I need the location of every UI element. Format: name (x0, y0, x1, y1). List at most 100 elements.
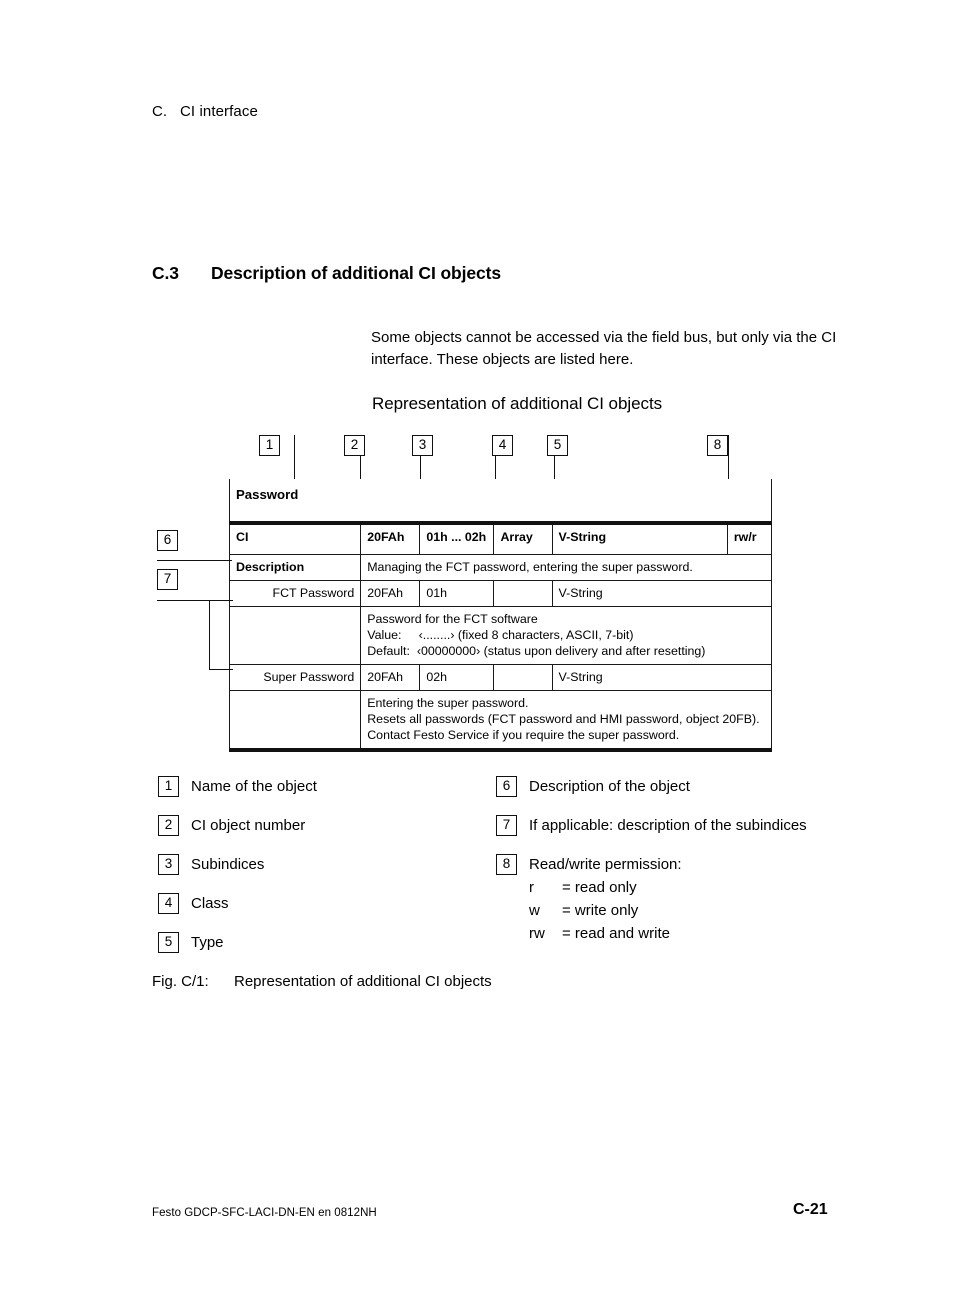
legend-number-7: 7 (496, 815, 517, 836)
cell-subindex-label-fct: FCT Password (228, 580, 362, 607)
cell-subindex-detail-fct: Password for the FCT software Value: ‹..… (360, 606, 772, 665)
cell-subindex-detail-gutter-fct (228, 606, 362, 665)
permission-row-rw: rw = read and write (529, 922, 682, 945)
leader-line-6 (157, 560, 232, 562)
cell-type: V-String (551, 522, 728, 555)
permission-list: r = read only w = write only rw = read a… (529, 876, 682, 945)
legend-label-8: Read/write permission: r = read only w =… (529, 853, 682, 945)
leader-line-7-top-arm (209, 600, 233, 602)
legend-item-8: 8 Read/write permission: r = read only w… (496, 853, 836, 945)
table-row-subindex-fct-password: FCT Password 20FAh 01h V-String (228, 580, 773, 607)
cell-subindex-objnum-fct: 20FAh (360, 580, 421, 607)
intro-paragraph: Some objects cannot be accessed via the … (371, 329, 837, 368)
leader-line-7-bracket (209, 600, 211, 670)
permission-value-rw: = read and write (562, 925, 670, 942)
cell-subindex-detail-super: Entering the super password. Resets all … (360, 690, 772, 752)
cell-description-label: Description (228, 554, 362, 581)
legend-item-5: 5 Type (158, 931, 488, 954)
legend-item-1: 1 Name of the object (158, 775, 488, 798)
legend-number-3: 3 (158, 854, 179, 875)
legend-label-2: CI object number (191, 817, 306, 834)
cell-subindex-type-fct: V-String (551, 580, 773, 607)
object-name-spacer-1 (360, 479, 420, 525)
legend-label-1: Name of the object (191, 778, 317, 795)
cell-subindex-index-super: 02h (419, 664, 495, 691)
figure-representation-of-additional-ci-objects: Representation of additional CI objects … (0, 0, 954, 1306)
object-name-spacer-2 (419, 479, 494, 525)
table-row-description: Description Managing the FCT password, e… (228, 554, 772, 581)
legend-number-4: 4 (158, 893, 179, 914)
legend-column-right: 6 Description of the object 7 If applica… (496, 775, 836, 961)
legend-item-6: 6 Description of the object (496, 775, 836, 798)
legend-item-3: 3 Subindices (158, 853, 488, 876)
ci-object-table: Password CI 20FAh 01h ... 02h Array V-St… (228, 479, 773, 752)
cell-permission: rw/r (726, 522, 773, 555)
running-header: C. CI interface (152, 103, 258, 120)
object-name-spacer-5 (727, 479, 773, 525)
legend-number-2: 2 (158, 815, 179, 836)
legend-item-4: 4 Class (158, 892, 488, 915)
table-row-subindex-super-password: Super Password 20FAh 02h V-String (228, 664, 773, 691)
table-row-subindex-detail-super: Entering the super password. Resets all … (228, 690, 772, 752)
legend-label-8-title: Read/write permission: (529, 856, 682, 873)
legend-item-2: 2 CI object number (158, 814, 488, 837)
section-title: Description of additional CI objects (211, 263, 502, 283)
legend-label-6: Description of the object (529, 778, 690, 795)
detail-line: Password for the FCT software (367, 612, 538, 626)
cell-object-number: 20FAh (360, 522, 421, 555)
permission-key-r: r (529, 879, 534, 896)
running-header-title: CI interface (180, 103, 258, 120)
callout-3: 3 (412, 435, 433, 456)
legend-label-5: Type (191, 934, 224, 951)
leader-line-8 (728, 435, 730, 479)
footer-page-number: C-21 (793, 1201, 828, 1218)
table-row-subindex-detail-fct: Password for the FCT software Value: ‹..… (228, 606, 772, 665)
permission-value-r: = read only (562, 879, 637, 896)
figure-caption-label: Fig. C/1: (152, 973, 209, 990)
cell-description-text: Managing the FCT password, entering the … (360, 554, 772, 581)
callout-1: 1 (259, 435, 280, 456)
detail-line: Entering the super password. (367, 696, 529, 710)
cell-class: Array (493, 522, 553, 555)
permission-key-w: w (529, 902, 540, 919)
legend-label-4: Class (191, 895, 229, 912)
leader-line-1 (294, 435, 296, 479)
section-number: C.3 (152, 263, 179, 283)
cell-subindex-index-fct: 01h (419, 580, 495, 607)
object-name-cell: Password (228, 479, 361, 525)
cell-subindex-class-super (493, 664, 553, 691)
permission-row-r: r = read only (529, 876, 682, 899)
detail-line: Value: ‹........› (fixed 8 characters, A… (367, 628, 634, 642)
section-heading: C.3 Description of additional CI objects (152, 263, 501, 284)
callout-7: 7 (157, 569, 178, 590)
permission-key-rw: rw (529, 925, 545, 942)
cell-subindex-objnum-super: 20FAh (360, 664, 421, 691)
detail-line: Default: ‹00000000› (status upon deliver… (367, 644, 706, 658)
leader-line-7-bottom-arm (209, 669, 233, 671)
figure-caption-text: Representation of additional CI objects (234, 973, 492, 990)
callout-5: 5 (547, 435, 568, 456)
footer-document-id: Festo GDCP-SFC-LACI-DN-EN en 0812NH (152, 1207, 377, 1219)
detail-line: Resets all passwords (FCT password and H… (367, 712, 760, 726)
object-name-spacer-4 (552, 479, 728, 525)
leader-line-7-stem (157, 600, 210, 602)
running-header-letter: C. (152, 103, 168, 120)
cell-subindex-detail-gutter-super (228, 690, 362, 752)
legend-label-3: Subindices (191, 856, 265, 873)
legend-number-1: 1 (158, 776, 179, 797)
figure-title: Representation of additional CI objects (372, 394, 663, 413)
legend-label-7: If applicable: description of the subind… (529, 817, 807, 834)
callout-6: 6 (157, 530, 178, 551)
detail-line: Contact Festo Service if you require the… (367, 728, 680, 742)
legend-number-5: 5 (158, 932, 179, 953)
cell-interface-name: CI (228, 522, 362, 555)
table-row-object-header: CI 20FAh 01h ... 02h Array V-String rw/r (228, 522, 773, 555)
callout-2: 2 (344, 435, 365, 456)
legend-column-left: 1 Name of the object 2 CI object number … (158, 775, 488, 970)
table-row-object-name: Password (228, 479, 773, 525)
cell-subindex-class-fct (493, 580, 553, 607)
callout-8: 8 (707, 435, 728, 456)
cell-subindex-type-super: V-String (551, 664, 773, 691)
cell-subindex-label-super: Super Password (228, 664, 362, 691)
cell-subindices: 01h ... 02h (419, 522, 495, 555)
